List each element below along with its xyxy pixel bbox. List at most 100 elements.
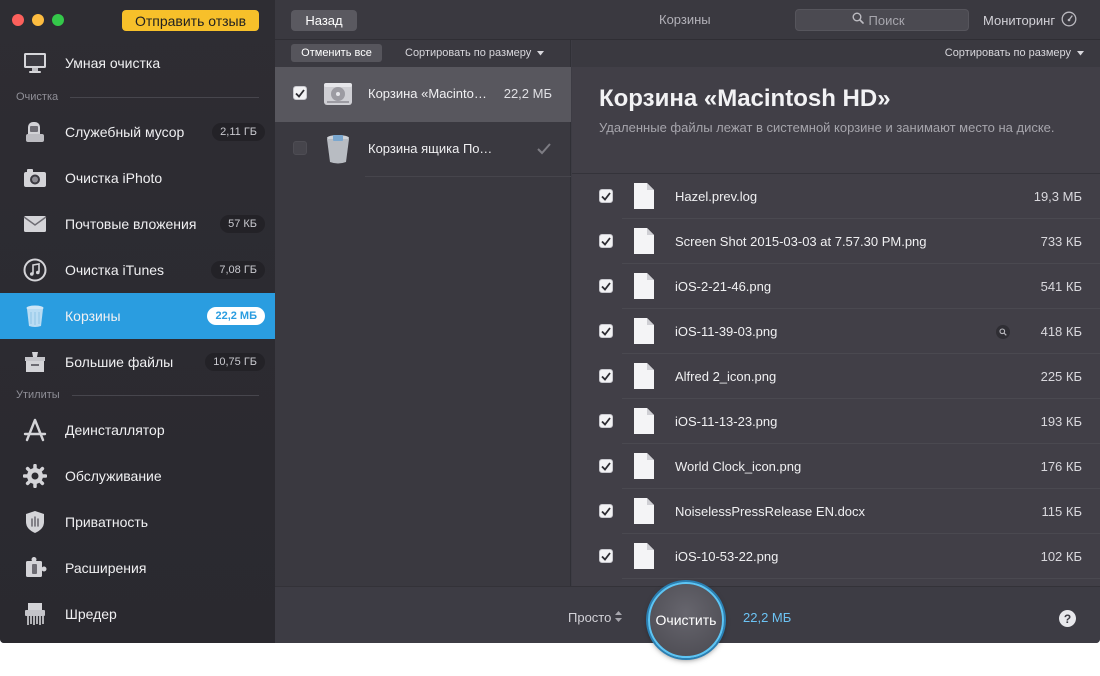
sidebar-item-system-junk[interactable]: Служебный мусор 2,11 ГБ <box>0 109 275 155</box>
section-label-text: Очистка <box>16 91 59 103</box>
sidebar-item-label: Шредер <box>65 606 117 622</box>
file-checkbox[interactable] <box>599 369 613 383</box>
monitoring-button[interactable]: Мониторинг <box>983 11 1077 30</box>
sort-by-size-dropdown[interactable]: Сортировать по размеру <box>945 47 1084 59</box>
size-badge: 57 КБ <box>220 215 265 233</box>
page-title: Корзины <box>659 12 711 27</box>
help-button[interactable]: ? <box>1059 610 1076 627</box>
sidebar-item-smart-clean[interactable]: Умная очистка <box>0 40 275 86</box>
file-row[interactable]: NoiselessPressRelease EN.docx 115 КБ <box>572 489 1100 534</box>
size-badge: 22,2 МБ <box>207 307 265 325</box>
send-feedback-button[interactable]: Отправить отзыв <box>122 10 259 31</box>
sidebar-item-extensions[interactable]: Расширения <box>0 545 275 591</box>
sidebar-item-itunes[interactable]: Очистка iTunes 7,08 ГБ <box>0 247 275 293</box>
window-close-button[interactable] <box>12 14 24 26</box>
section-label-cleanup: Очистка <box>16 91 259 103</box>
gauge-icon <box>1061 11 1077 30</box>
file-name: iOS-11-13-23.png <box>675 414 778 429</box>
window-minimize-button[interactable] <box>32 14 44 26</box>
document-icon <box>633 542 655 575</box>
sidebar-item-mail-attachments[interactable]: Почтовые вложения 57 КБ <box>0 201 275 247</box>
sidebar-item-large-files[interactable]: Большие файлы 10,75 ГБ <box>0 339 275 385</box>
sidebar-item-uninstaller[interactable]: Деинсталлятор <box>0 407 275 453</box>
bin-checkbox[interactable] <box>293 86 307 100</box>
bin-name: Корзина «Macintosh HD» <box>368 86 493 101</box>
file-checkbox[interactable] <box>599 279 613 293</box>
detail-header: Сортировать по размеру <box>572 40 1100 67</box>
window-maximize-button[interactable] <box>52 14 64 26</box>
bins-list-header: Отменить все Сортировать по размеру <box>275 40 571 67</box>
back-button[interactable]: Назад <box>291 10 357 31</box>
large-files-icon <box>22 350 48 374</box>
size-badge: 10,75 ГБ <box>205 353 265 371</box>
file-name: iOS-11-39-03.png <box>675 324 778 339</box>
bin-size: 22,2 МБ <box>503 86 552 101</box>
file-row[interactable]: iOS-11-39-03.png 418 КБ <box>572 309 1100 354</box>
deselect-all-button[interactable]: Отменить все <box>291 44 382 62</box>
sort-by-size-dropdown[interactable]: Сортировать по размеру <box>405 47 545 59</box>
chevron-down-icon <box>1077 47 1084 59</box>
sidebar-item-iphoto[interactable]: Очистка iPhoto <box>0 155 275 201</box>
file-checkbox[interactable] <box>599 459 613 473</box>
quicklook-icon[interactable] <box>996 325 1010 339</box>
bin-row-macintosh-hd[interactable]: Корзина «Macintosh HD» 22,2 МБ <box>275 67 571 122</box>
sidebar-item-trash-bins[interactable]: Корзины 22,2 МБ <box>0 293 275 339</box>
detail-title: Корзина «Macintosh HD» <box>599 85 891 112</box>
document-icon <box>633 182 655 215</box>
document-icon <box>633 317 655 350</box>
sidebar-item-label: Корзины <box>65 308 121 324</box>
file-row[interactable]: iOS-2-21-46.png 541 КБ <box>572 264 1100 309</box>
file-row[interactable]: iOS-10-53-22.png 102 КБ <box>572 534 1100 579</box>
checkmark-icon <box>537 142 551 160</box>
sidebar-item-maintenance[interactable]: Обслуживание <box>0 453 275 499</box>
row-divider <box>365 176 571 177</box>
total-size: 22,2 МБ <box>743 610 792 625</box>
file-row[interactable]: Screen Shot 2015-03-03 at 7.57.30 PM.png… <box>572 219 1100 264</box>
search-input[interactable] <box>868 12 913 28</box>
document-icon <box>633 407 655 440</box>
sidebar-item-privacy[interactable]: Приватность <box>0 499 275 545</box>
file-name: NoiselessPressRelease EN.docx <box>675 504 866 519</box>
document-icon <box>633 452 655 485</box>
file-name: Alfred 2_icon.png <box>675 369 777 384</box>
size-badge: 7,08 ГБ <box>211 261 265 279</box>
file-checkbox[interactable] <box>599 414 613 428</box>
document-icon <box>633 227 655 260</box>
puzzle-icon <box>22 556 48 580</box>
row-divider <box>622 578 1100 579</box>
file-row[interactable]: World Clock_icon.png 176 КБ <box>572 444 1100 489</box>
bin-row-mail[interactable]: Корзина ящика Почты <box>275 122 571 177</box>
bins-list-panel: Отменить все Сортировать по размеру Корз… <box>275 40 571 586</box>
sidebar-item-label: Расширения <box>65 560 147 576</box>
mode-label: Просто <box>568 610 612 625</box>
file-checkbox[interactable] <box>599 189 613 203</box>
sort-label: Сортировать по размеру <box>405 47 532 59</box>
sidebar-item-label: Приватность <box>65 514 149 530</box>
file-size: 115 КБ <box>1041 504 1082 519</box>
sidebar-item-label: Почтовые вложения <box>65 216 197 232</box>
file-row[interactable]: iOS-11-13-23.png 193 КБ <box>572 399 1100 444</box>
search-field[interactable] <box>795 9 969 31</box>
file-name: Hazel.prev.log <box>675 189 758 204</box>
file-size: 418 КБ <box>1040 324 1082 339</box>
file-row[interactable]: Alfred 2_icon.png 225 КБ <box>572 354 1100 399</box>
detail-description: Удаленные файлы лежат в системной корзин… <box>599 120 1055 135</box>
file-row[interactable]: Hazel.prev.log 19,3 МБ <box>572 174 1100 219</box>
toolbar: Назад Корзины Мониторинг <box>275 0 1100 40</box>
sidebar-item-shredder[interactable]: Шредер <box>0 591 275 637</box>
file-checkbox[interactable] <box>599 504 613 518</box>
sidebar-item-label: Деинсталлятор <box>65 422 165 438</box>
bin-name: Корзина ящика Почты <box>368 141 493 156</box>
bin-checkbox[interactable] <box>293 141 307 155</box>
hard-drive-icon <box>322 78 354 115</box>
music-note-icon <box>22 258 48 282</box>
file-size: 176 КБ <box>1040 459 1082 474</box>
clean-button[interactable]: Очистить <box>648 582 724 658</box>
hand-shield-icon <box>22 510 48 534</box>
file-checkbox[interactable] <box>599 324 613 338</box>
file-name: iOS-2-21-46.png <box>675 279 772 294</box>
mode-selector[interactable]: Просто <box>568 610 623 625</box>
file-checkbox[interactable] <box>599 234 613 248</box>
system-junk-icon <box>22 120 48 144</box>
file-checkbox[interactable] <box>599 549 613 563</box>
